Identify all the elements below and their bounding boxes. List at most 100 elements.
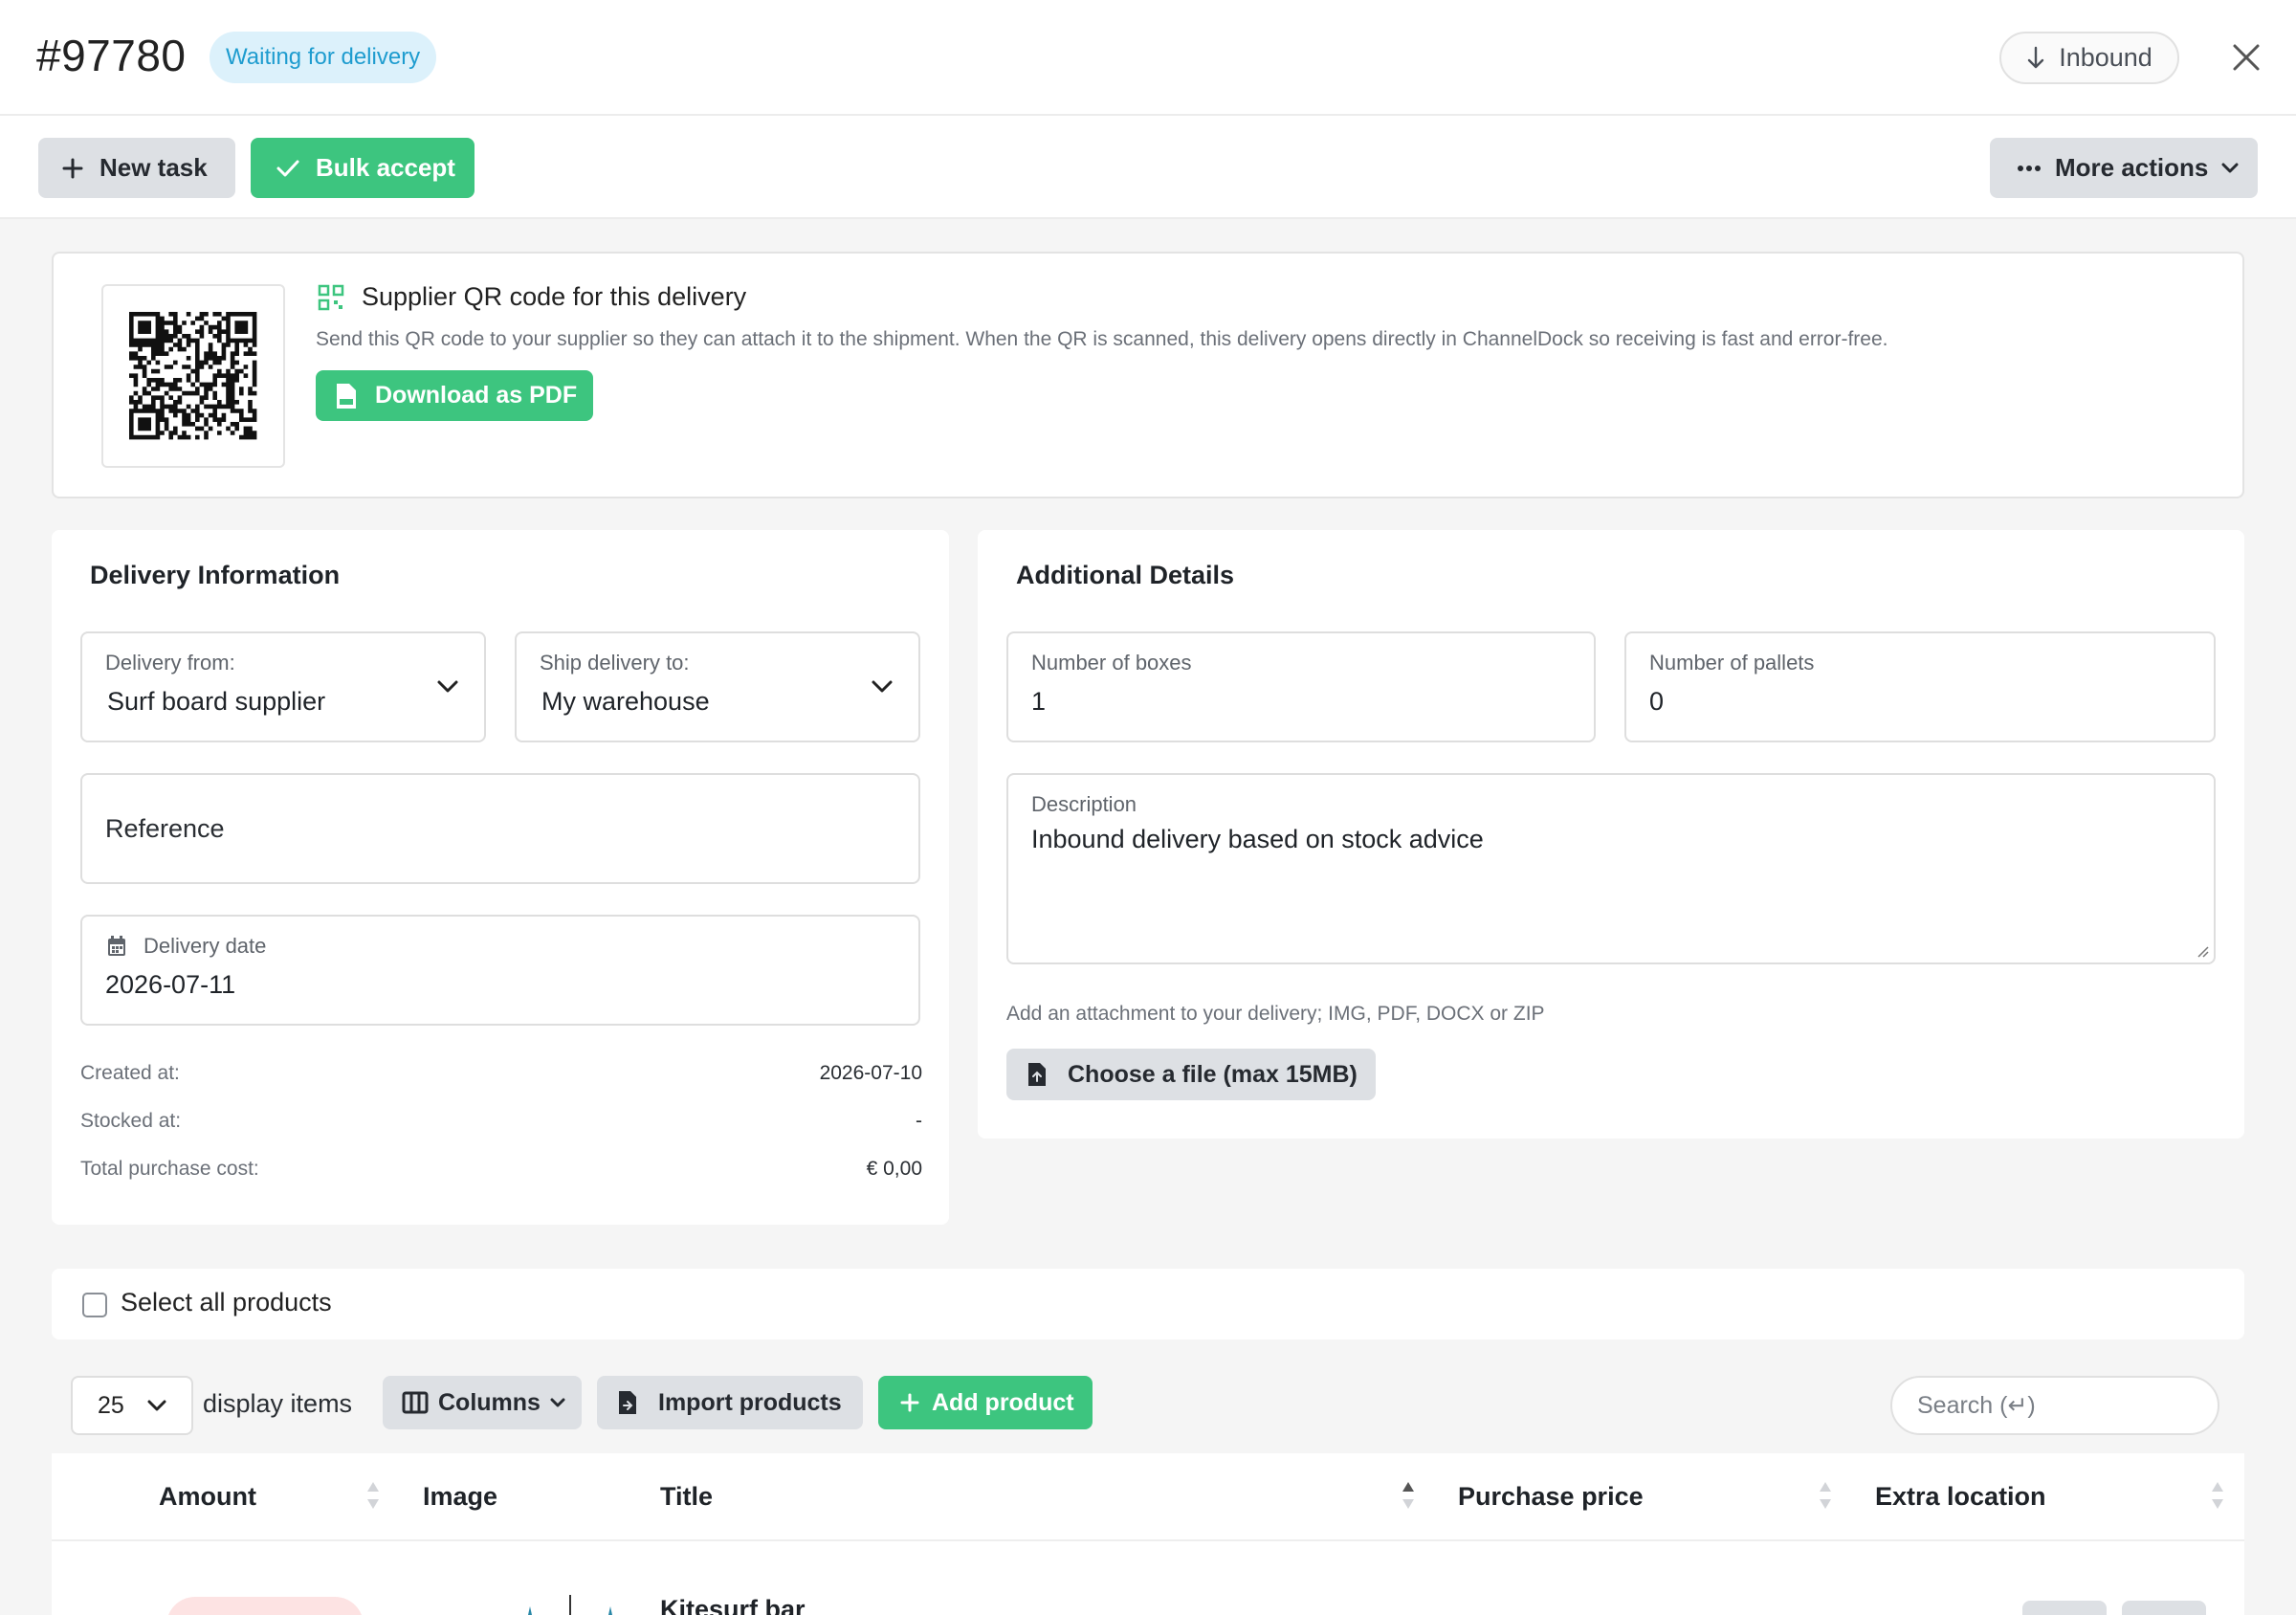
stocked-at-row: Stocked at: - <box>80 1110 922 1133</box>
import-products-button[interactable]: Import products <box>597 1376 863 1429</box>
description-value: Inbound delivery based on stock advice <box>1031 825 1484 853</box>
resize-handle-icon[interactable] <box>2195 943 2210 959</box>
columns-label: Columns <box>438 1388 541 1416</box>
product-search-input[interactable] <box>1890 1376 2219 1435</box>
more-actions-button[interactable]: More actions <box>1990 138 2258 198</box>
inbound-button[interactable]: Inbound <box>1999 32 2179 84</box>
inbound-label: Inbound <box>2059 43 2152 72</box>
status-badge: Waiting for delivery <box>210 32 437 83</box>
additional-details-title: Additional Details <box>1016 561 1235 589</box>
qr-title: Supplier QR code for this delivery <box>362 282 747 311</box>
delivery-date-label: Delivery date <box>144 934 267 958</box>
file-import-icon <box>619 1391 636 1414</box>
additional-details-card: Additional Details Number of boxes 1 Num… <box>978 530 2244 1139</box>
reference-placeholder: Reference <box>105 813 225 843</box>
select-all-label[interactable]: Select all products <box>121 1288 332 1317</box>
qr-description: Send this QR code to your supplier so th… <box>316 328 1888 350</box>
new-task-label: New task <box>99 153 208 182</box>
stocked-at-label: Stocked at: <box>80 1110 182 1132</box>
choose-file-button[interactable]: Choose a file (max 15MB) <box>1006 1049 1376 1100</box>
import-products-label: Import products <box>658 1388 842 1416</box>
new-task-button[interactable]: New task <box>38 138 235 198</box>
chevron-down-icon <box>550 1398 565 1407</box>
description-textarea[interactable]: Description Inbound delivery based on st… <box>1006 773 2216 964</box>
attachment-hint: Add an attachment to your delivery; IMG,… <box>1006 1003 1545 1025</box>
plus-icon <box>900 1393 919 1412</box>
pdf-file-icon <box>337 383 356 409</box>
boxes-label: Number of boxes <box>1031 651 1192 675</box>
bulk-accept-label: Bulk accept <box>316 153 455 182</box>
ellipsis-icon <box>2018 165 2041 171</box>
delivery-information-title: Delivery Information <box>90 561 341 589</box>
delivery-from-label: Delivery from: <box>105 651 235 675</box>
pallets-value: 0 <box>1649 687 1665 716</box>
modal-header: #97780 Waiting for delivery Inbound <box>0 0 2296 116</box>
plus-icon <box>62 158 83 178</box>
product-title[interactable]: Kitesurf bar <box>660 1595 806 1615</box>
columns-button[interactable]: Columns <box>383 1376 582 1429</box>
number-of-pallets-field[interactable]: Number of pallets 0 <box>1624 631 2216 742</box>
qr-card: Supplier QR code for this delivery Send … <box>52 252 2244 498</box>
select-all-bar: Select all products <box>52 1269 2244 1339</box>
qr-code <box>129 312 257 440</box>
products-table-body: Kitesurf bar <box>52 1541 2244 1615</box>
column-header-extra-location[interactable]: Extra location <box>1875 1482 2046 1512</box>
column-header-purchase-price[interactable]: Purchase price <box>1458 1482 1644 1512</box>
qr-icon <box>318 284 344 311</box>
qr-code-image <box>101 284 285 468</box>
add-product-label: Add product <box>932 1388 1074 1416</box>
select-all-checkbox[interactable] <box>82 1293 107 1317</box>
display-items-label: display items <box>203 1389 353 1418</box>
delivery-from-value: Surf board supplier <box>107 687 326 716</box>
description-label: Description <box>1031 792 1137 816</box>
per-page-select[interactable]: 25 <box>71 1376 193 1435</box>
chevron-down-icon <box>872 680 893 693</box>
sort-icon[interactable] <box>1818 1478 1833 1513</box>
amount-input[interactable] <box>166 1597 364 1615</box>
products-table-header: Amount Image Title Purchase price Extra … <box>52 1453 2244 1541</box>
delivery-information-card: Delivery Information Delivery from: Surf… <box>52 530 949 1225</box>
ship-to-label: Ship delivery to: <box>540 651 690 675</box>
created-at-label: Created at: <box>80 1062 180 1084</box>
delivery-id: #97780 <box>36 31 187 80</box>
file-upload-icon <box>1028 1063 1046 1086</box>
bulk-accept-button[interactable]: Bulk accept <box>251 138 475 198</box>
ship-to-value: My warehouse <box>541 687 710 716</box>
more-actions-label: More actions <box>2055 153 2209 182</box>
pallets-label: Number of pallets <box>1649 651 1815 675</box>
delivery-from-select[interactable]: Delivery from: Surf board supplier <box>80 631 486 742</box>
sort-asc-icon[interactable] <box>1401 1478 1416 1513</box>
row-action-button[interactable] <box>2022 1601 2107 1615</box>
boxes-value: 1 <box>1031 687 1047 716</box>
close-icon[interactable] <box>2227 38 2265 77</box>
arrow-down-icon <box>2027 46 2044 68</box>
column-header-image: Image <box>423 1482 498 1511</box>
download-pdf-button[interactable]: Download as PDF <box>316 370 593 421</box>
total-cost-value: € 0,00 <box>866 1158 922 1180</box>
ship-to-select[interactable]: Ship delivery to: My warehouse <box>515 631 920 742</box>
action-bar: New task Bulk accept More actions <box>0 116 2296 219</box>
calendar-icon <box>108 936 125 956</box>
chevron-down-icon <box>437 680 458 693</box>
check-icon <box>276 160 299 176</box>
chevron-down-icon <box>2221 163 2239 172</box>
choose-file-label: Choose a file (max 15MB) <box>1068 1060 1358 1088</box>
created-at-value: 2026-07-10 <box>819 1062 922 1084</box>
created-at-row: Created at: 2026-07-10 <box>80 1062 922 1085</box>
download-pdf-label: Download as PDF <box>375 382 578 409</box>
column-header-title[interactable]: Title <box>660 1482 713 1512</box>
add-product-button[interactable]: Add product <box>878 1376 1093 1429</box>
chevron-down-icon <box>147 1400 166 1411</box>
stocked-at-value: - <box>916 1110 922 1132</box>
qr-modules <box>129 312 257 440</box>
per-page-value: 25 <box>98 1391 124 1419</box>
row-action-button[interactable] <box>2122 1601 2206 1615</box>
total-cost-label: Total purchase cost: <box>80 1158 259 1180</box>
columns-icon <box>402 1391 429 1414</box>
sort-icon[interactable] <box>2210 1478 2225 1513</box>
reference-field[interactable]: Reference <box>80 773 920 884</box>
sort-icon[interactable] <box>365 1478 381 1513</box>
number-of-boxes-field[interactable]: Number of boxes 1 <box>1006 631 1596 742</box>
column-header-amount[interactable]: Amount <box>159 1482 256 1512</box>
delivery-date-field[interactable]: Delivery date 2026-07-11 <box>80 915 920 1026</box>
